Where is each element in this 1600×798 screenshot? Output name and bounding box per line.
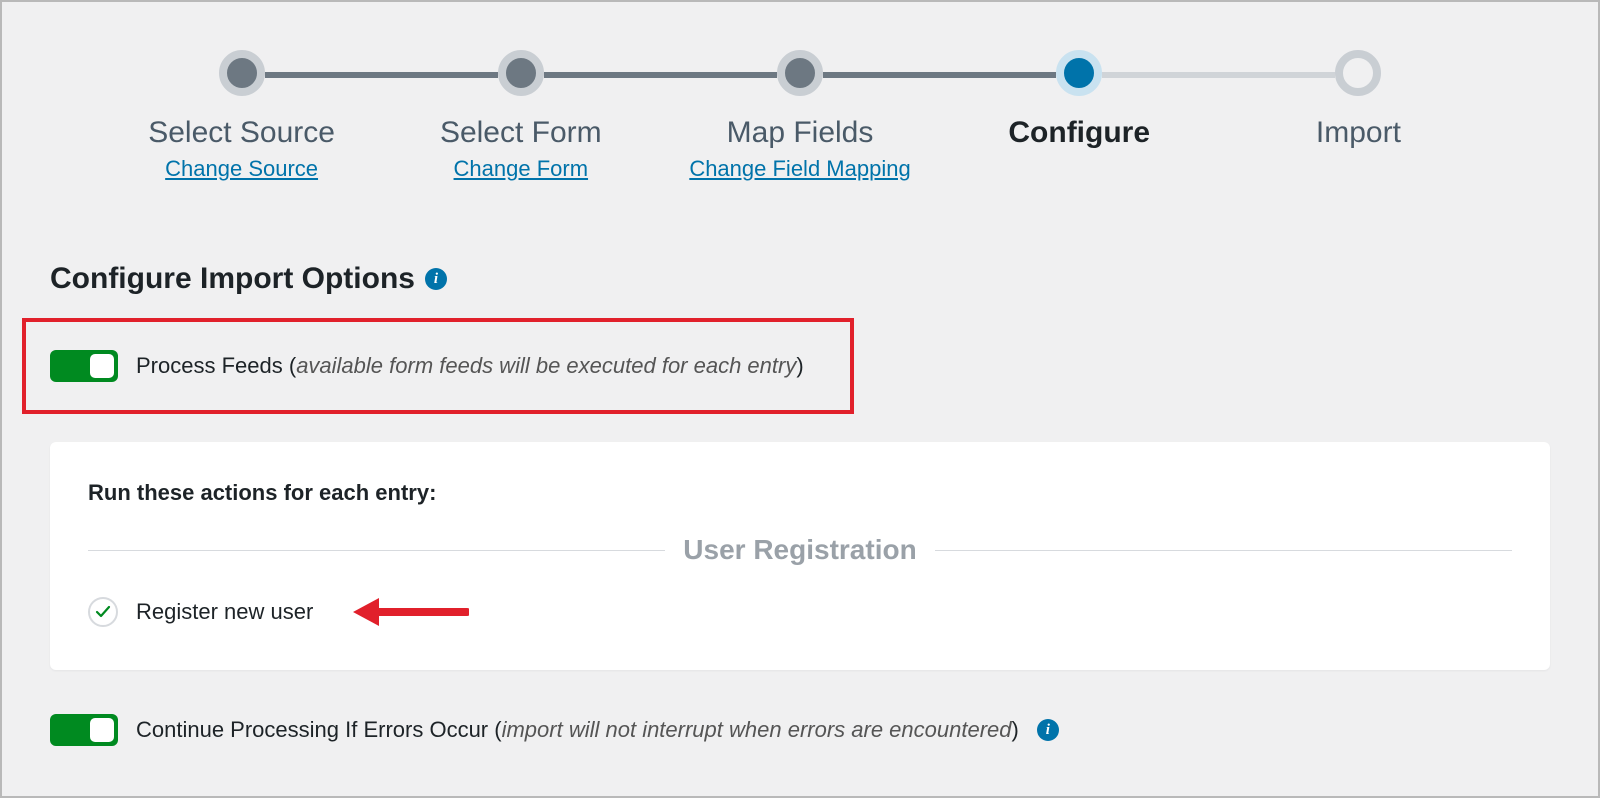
actions-panel: Run these actions for each entry: User R… <box>50 442 1550 670</box>
info-icon[interactable]: i <box>425 268 447 290</box>
toggle-process-feeds[interactable] <box>50 350 118 382</box>
action-label: Register new user <box>136 599 313 625</box>
step-dot <box>1056 50 1102 96</box>
annotation-arrow <box>349 594 469 630</box>
step-connector <box>823 72 1056 78</box>
step-select-form[interactable]: Select Form Change Form <box>381 50 660 182</box>
continue-on-error-row: Continue Processing If Errors Occur (imp… <box>2 670 1598 746</box>
stepper-wizard: Select Source Change Source Select Form … <box>2 2 1598 182</box>
process-feeds-highlight: Process Feeds (available form feeds will… <box>22 318 854 414</box>
section-heading: Configure Import Options <box>50 262 415 296</box>
step-label: Map Fields <box>727 116 874 150</box>
step-label: Select Form <box>440 116 602 150</box>
action-checkbox[interactable] <box>88 597 118 627</box>
step-configure[interactable]: Configure <box>940 50 1219 150</box>
actions-group-label: User Registration <box>683 534 916 566</box>
action-row-register-new-user: Register new user <box>88 594 1512 630</box>
hint-open: ( <box>488 717 501 742</box>
actions-panel-heading: Run these actions for each entry: <box>88 480 1512 506</box>
step-label: Select Source <box>148 116 335 150</box>
step-connector <box>544 72 777 78</box>
step-select-source[interactable]: Select Source Change Source <box>102 50 381 182</box>
hint-close: ) <box>796 353 803 378</box>
arrow-left-icon <box>349 594 469 630</box>
divider-line <box>935 550 1512 551</box>
toggle-knob <box>90 354 114 378</box>
hint-close: ) <box>1012 717 1019 742</box>
link-change-form[interactable]: Change Form <box>454 156 589 182</box>
step-dot <box>777 50 823 96</box>
check-icon <box>95 604 111 620</box>
step-label: Configure <box>1008 116 1150 150</box>
page-root: Select Source Change Source Select Form … <box>0 0 1600 798</box>
step-map-fields[interactable]: Map Fields Change Field Mapping <box>660 50 939 182</box>
toggle-continue-on-error[interactable] <box>50 714 118 746</box>
step-label: Import <box>1316 116 1401 150</box>
step-import[interactable]: Import <box>1219 50 1498 150</box>
label-text: Continue Processing If Errors Occur <box>136 717 488 742</box>
label-hint: import will not interrupt when errors ar… <box>502 717 1012 742</box>
toggle-continue-on-error-label: Continue Processing If Errors Occur (imp… <box>136 717 1019 743</box>
step-connector <box>265 72 498 78</box>
step-connector <box>1102 72 1335 78</box>
toggle-process-feeds-label: Process Feeds (available form feeds will… <box>136 353 804 379</box>
link-change-field-mapping[interactable]: Change Field Mapping <box>689 156 910 182</box>
hint-open: ( <box>283 353 296 378</box>
step-dot <box>498 50 544 96</box>
link-change-source[interactable]: Change Source <box>165 156 318 182</box>
actions-group-divider: User Registration <box>88 534 1512 566</box>
label-text: Process Feeds <box>136 353 283 378</box>
toggle-knob <box>90 718 114 742</box>
step-dot <box>1335 50 1381 96</box>
section-heading-row: Configure Import Options i <box>2 182 1598 296</box>
label-hint: available form feeds will be executed fo… <box>296 353 796 378</box>
divider-line <box>88 550 665 551</box>
step-dot <box>219 50 265 96</box>
info-icon[interactable]: i <box>1037 719 1059 741</box>
